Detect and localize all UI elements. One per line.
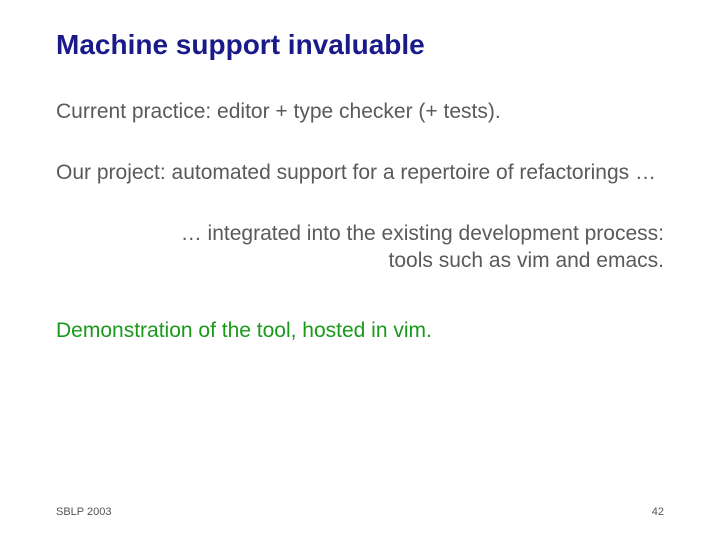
paragraph-our-project: Our project: automated support for a rep… — [56, 159, 664, 186]
paragraph-demonstration: Demonstration of the tool, hosted in vim… — [56, 317, 664, 344]
footer-conference: SBLP 2003 — [56, 506, 111, 518]
slide: Machine support invaluable Current pract… — [0, 0, 720, 540]
slide-title: Machine support invaluable — [56, 28, 664, 62]
paragraph-integrated: … integrated into the existing developme… — [56, 220, 664, 275]
paragraph-current-practice: Current practice: editor + type checker … — [56, 98, 664, 125]
slide-footer: SBLP 2003 42 — [56, 506, 664, 518]
footer-page-number: 42 — [652, 506, 664, 518]
